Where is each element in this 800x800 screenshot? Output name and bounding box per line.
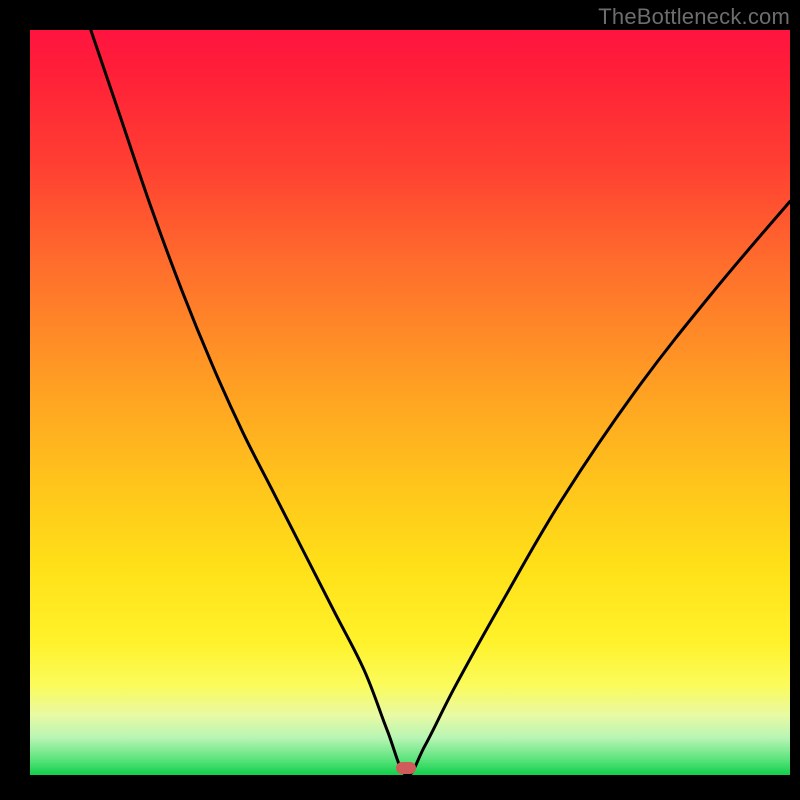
watermark-text: TheBottleneck.com	[598, 4, 790, 30]
chart-frame: TheBottleneck.com	[0, 0, 800, 800]
optimal-marker	[396, 762, 416, 774]
bottleneck-curve	[30, 30, 790, 775]
plot-area	[30, 30, 790, 775]
curve-path	[91, 30, 790, 775]
